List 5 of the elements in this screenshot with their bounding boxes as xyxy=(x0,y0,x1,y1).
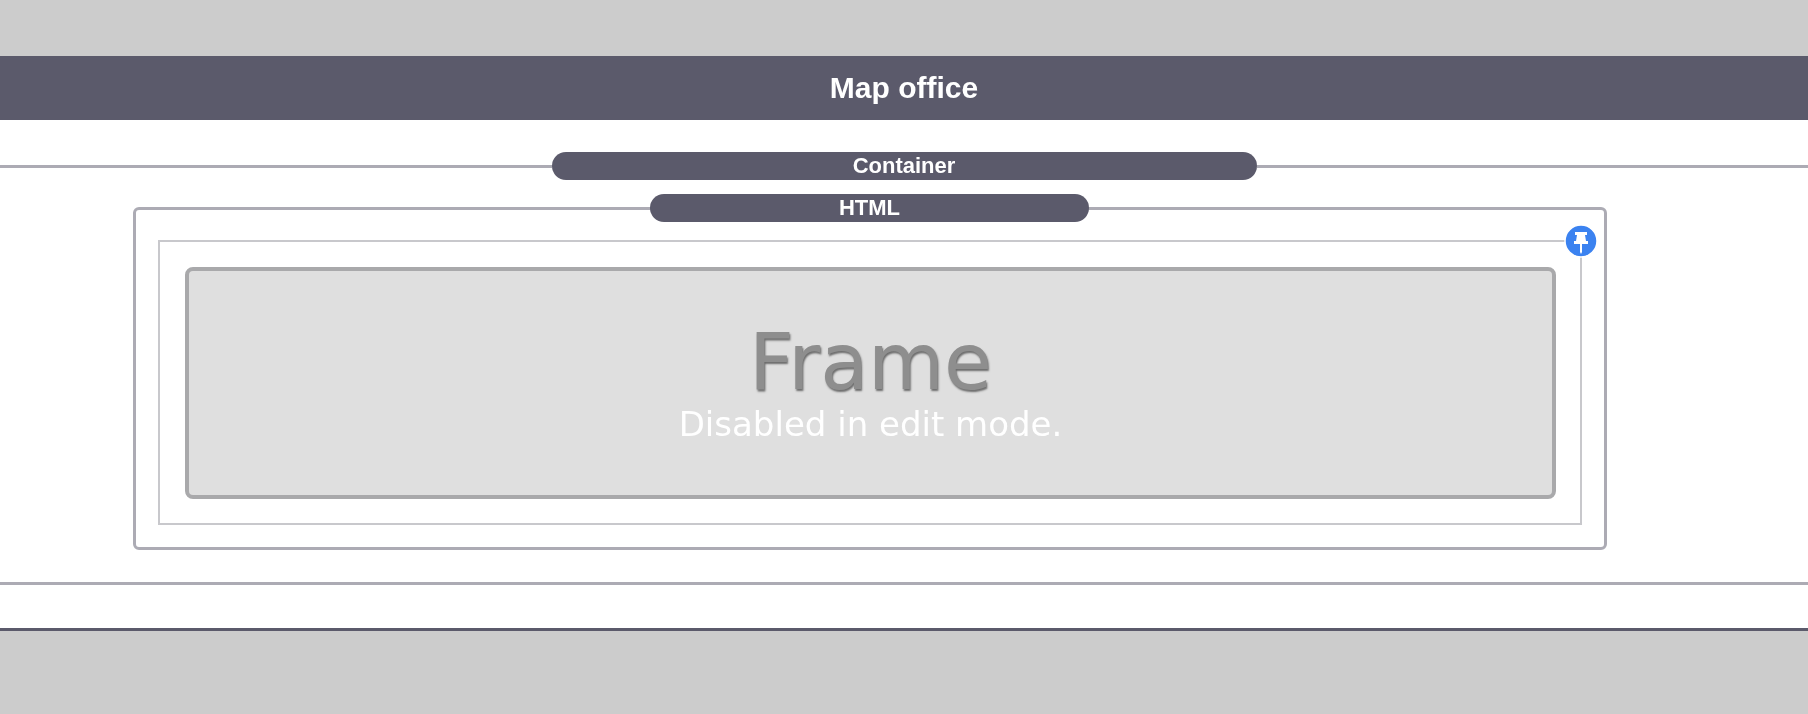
frame-title: Frame xyxy=(749,322,992,404)
page-title: Map office xyxy=(829,71,979,105)
pin-icon[interactable] xyxy=(1564,224,1598,258)
html-label: HTML xyxy=(650,194,1089,222)
container-label: Container xyxy=(551,152,1257,180)
